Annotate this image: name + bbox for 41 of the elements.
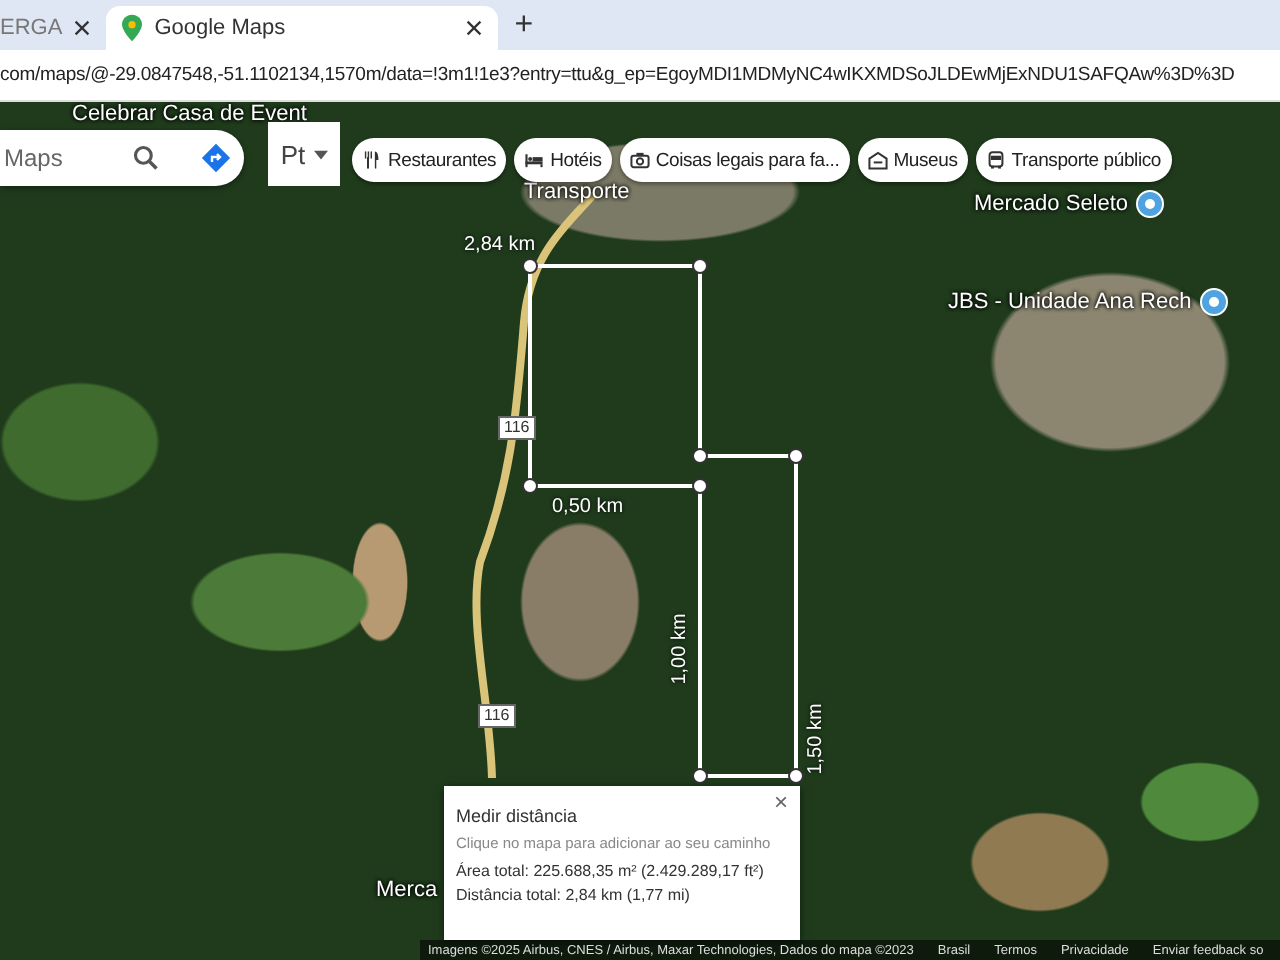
tab-title: ERGA	[0, 16, 63, 40]
search-box[interactable]: Maps	[0, 130, 244, 186]
new-tab-button[interactable]: +	[514, 9, 534, 41]
category-chip[interactable]: Hotéis	[514, 138, 612, 182]
bus-icon	[985, 150, 1006, 170]
place-marker-icon[interactable]	[1136, 190, 1165, 218]
browser-tab[interactable]: Google Maps	[106, 6, 499, 50]
url-text: com/maps/@-29.0847548,-51.1102134,1570m/data=!3m1!1e3?entry=ttu&g_ep=EgoyMDI1MDMyNC4wIKXMDSoJLDEwMjExNDU1SAFQAw%3D%3D	[0, 64, 1235, 86]
place-label[interactable]: Celebrar Casa de Event	[72, 102, 307, 126]
place-label[interactable]: Transporte	[524, 180, 630, 204]
distance-label: 1,00 km	[668, 613, 691, 685]
search-field[interactable]: Maps	[0, 142, 120, 174]
category-chip[interactable]: Restaurantes	[352, 138, 507, 182]
satellite-map[interactable]	[0, 102, 1280, 960]
place-label[interactable]: Mercado Seleto	[974, 192, 1129, 216]
total-area-text: Área total: 225.688,35 m² (2.429.289,17 ft²)	[456, 862, 766, 880]
place-marker-icon[interactable]	[1199, 288, 1228, 316]
close-button[interactable]: ×	[773, 790, 788, 814]
close-icon[interactable]	[466, 20, 483, 36]
map-pin-icon	[122, 14, 143, 42]
total-distance-text: Distância total: 2,84 km (1,77 mi)	[456, 886, 692, 904]
bed-icon	[524, 150, 545, 170]
tab-title: Google Maps	[154, 16, 288, 40]
museum-icon	[867, 150, 888, 170]
search-icon[interactable]	[132, 144, 160, 172]
distance-label: 2,84 km	[464, 234, 536, 256]
category-chip[interactable]: Coisas legais para fa...	[619, 138, 850, 182]
category-chip[interactable]: Museus	[857, 138, 968, 182]
distance-label: 0,50 km	[552, 496, 624, 518]
place-label[interactable]: Merca	[376, 878, 438, 902]
camera-icon	[629, 150, 650, 170]
category-chip[interactable]: Transporte público	[975, 138, 1171, 182]
road-number-label: 116	[498, 416, 536, 440]
panel-title: Medir distância	[456, 806, 580, 826]
distance-label: 1,50 km	[804, 703, 827, 775]
close-icon[interactable]	[74, 20, 91, 36]
language-dropdown[interactable]: Pt	[268, 122, 340, 186]
caret-icon	[313, 149, 328, 159]
road-number-label: 116	[478, 704, 516, 728]
fork-knife-icon	[362, 150, 382, 170]
browser-tab[interactable]: ERGA	[0, 6, 107, 50]
